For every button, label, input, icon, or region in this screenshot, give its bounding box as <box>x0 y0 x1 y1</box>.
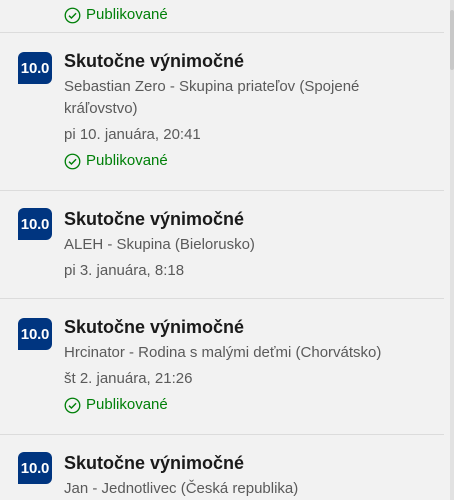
score-badge: 10.0 <box>18 208 52 240</box>
review-date: pi 3. januára, 8:18 <box>64 262 185 279</box>
review-item-partial[interactable]: Publikované <box>0 0 444 33</box>
reviewer-info: Hrcinator - Rodina s malými deťmi (Chorv… <box>64 344 382 361</box>
review-status-label: Publikované <box>86 152 168 169</box>
review-title: Skutočne výnimočné <box>64 51 245 71</box>
review-status: Publikované <box>64 150 436 172</box>
review-item[interactable]: 10.0 Skutočne výnimočné Sebastian Zero -… <box>0 32 444 191</box>
check-circle-icon <box>64 397 81 413</box>
review-item[interactable]: 10.0 Skutočne výnimočné ALEH - Skupina (… <box>0 190 444 299</box>
review-status-label: Publikované <box>86 396 168 413</box>
review-title: Skutočne výnimočné <box>64 453 245 473</box>
review-title: Skutočne výnimočné <box>64 317 245 337</box>
review-date: pi 10. januára, 20:41 <box>64 126 201 143</box>
reviewer-info: Jan - Jednotlivec (Česká republika) <box>64 480 299 497</box>
review-status: Publikované <box>64 4 436 26</box>
score-badge: 10.0 <box>18 452 52 484</box>
review-item[interactable]: 10.0 Skutočne výnimočné Hrcinator - Rodi… <box>0 298 444 435</box>
check-circle-icon <box>64 153 81 169</box>
scrollbar-track[interactable] <box>450 0 454 500</box>
score-badge: 10.0 <box>18 52 52 84</box>
review-title: Skutočne výnimočné <box>64 209 245 229</box>
score-badge: 10.0 <box>18 318 52 350</box>
check-circle-icon <box>64 7 81 23</box>
review-status: Publikované <box>64 394 436 416</box>
review-date: št 2. januára, 21:26 <box>64 370 193 387</box>
reviewer-info: Sebastian Zero - Skupina priateľov (Spoj… <box>64 78 360 117</box>
review-item[interactable]: 10.0 Skutočne výnimočné Jan - Jednotlive… <box>0 434 444 500</box>
review-status-label: Publikované <box>86 6 168 23</box>
reviewer-info: ALEH - Skupina (Bielorusko) <box>64 236 255 253</box>
scrollbar-thumb[interactable] <box>450 10 454 70</box>
